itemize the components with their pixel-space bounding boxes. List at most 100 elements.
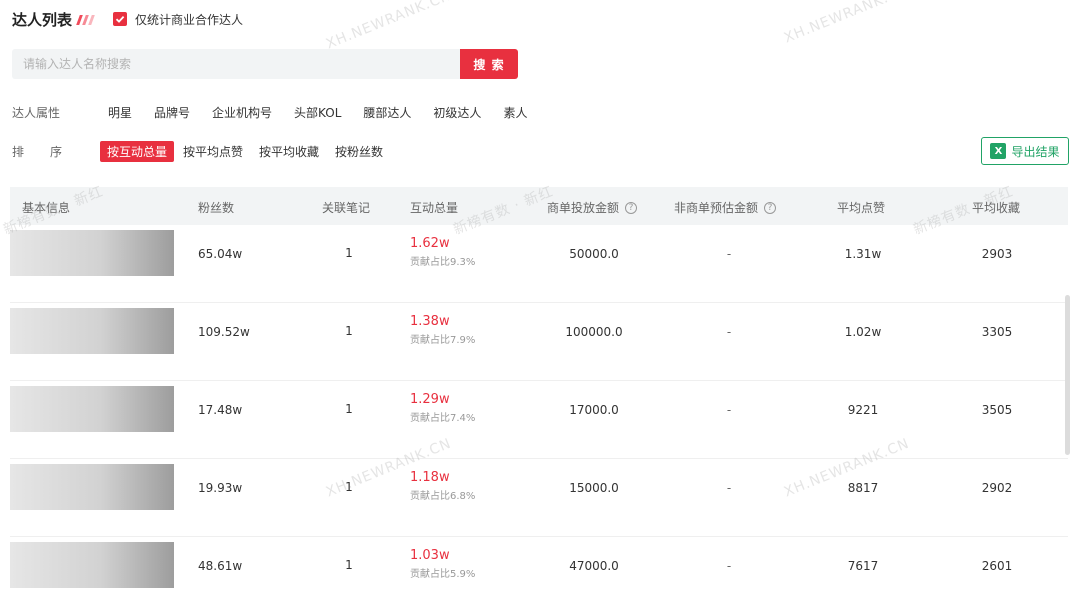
export-label: 导出结果 <box>1011 144 1060 159</box>
vertical-scrollbar[interactable] <box>1065 295 1070 455</box>
notes-cell: 1 <box>345 480 353 494</box>
search-button[interactable]: 搜 索 <box>460 49 518 79</box>
notes-cell: 1 <box>345 402 353 416</box>
sort-label-b: 序 <box>50 145 63 159</box>
watermark: XH.NEWRANK.CN <box>323 0 454 53</box>
sort-label: 排 序 <box>12 143 100 160</box>
help-icon[interactable]: ? <box>764 201 777 214</box>
attribute-option[interactable]: 头部KOL <box>294 104 341 121</box>
interaction-share: 贡献占比9.3% <box>410 257 476 268</box>
influencer-avatar[interactable] <box>10 464 174 510</box>
avg-collects-cell: 3305 <box>981 325 1013 339</box>
notes-cell: 1 <box>345 246 353 260</box>
page-title: 达人列表 <box>12 10 73 29</box>
avg-likes-cell: 1.31w <box>844 247 882 261</box>
notes-cell: 1 <box>345 324 353 338</box>
attribute-option[interactable]: 初级达人 <box>433 104 481 121</box>
commercial-amount-cell: 100000.0 <box>565 325 623 339</box>
help-icon[interactable]: ? <box>625 201 638 214</box>
interaction-value: 1.62w <box>410 236 450 251</box>
watermark: XH.NEWRANK.CN <box>781 0 912 47</box>
attribute-option[interactable]: 素人 <box>503 104 527 121</box>
sort-option[interactable]: 按粉丝数 <box>328 141 390 162</box>
fans-cell: 65.04w <box>198 247 243 261</box>
interaction-share: 贡献占比7.4% <box>410 413 476 424</box>
interaction-share: 贡献占比6.8% <box>410 491 476 502</box>
search-input[interactable] <box>12 49 460 79</box>
table-row[interactable]: 48.61w 1 1.03w 贡献占比5.9% 47000.0 - 7617 2601 <box>10 537 1068 605</box>
col-commercial-amount: 商单投放金额 ? <box>547 199 638 216</box>
interaction-cell: 1.29w 贡献占比7.4% <box>410 392 475 424</box>
sort-options: 按互动总量 按平均点赞 按平均收藏 按粉丝数 <box>100 141 392 162</box>
col-notes: 关联笔记 <box>322 201 371 215</box>
check-icon <box>115 15 125 23</box>
interaction-cell: 1.18w 贡献占比6.8% <box>410 470 475 502</box>
fans-cell: 17.48w <box>198 403 243 417</box>
commercial-amount-cell: 17000.0 <box>569 403 619 417</box>
influencer-avatar[interactable] <box>10 386 174 432</box>
interaction-share: 贡献占比7.9% <box>410 335 476 346</box>
avg-likes-cell: 1.02w <box>844 325 882 339</box>
interaction-value: 1.18w <box>410 470 450 485</box>
fans-cell: 19.93w <box>198 481 243 495</box>
table-body: 65.04w 1 1.62w 贡献占比9.3% 50000.0 - 1.31w 2903 109… <box>10 225 1068 605</box>
attribute-filter-label: 达人属性 <box>12 106 61 120</box>
commercial-amount-cell: 15000.0 <box>569 481 619 495</box>
attribute-option[interactable]: 明星 <box>108 104 132 121</box>
non-commercial-amount-cell: - <box>726 247 732 261</box>
commercial-amount-cell: 47000.0 <box>569 559 619 573</box>
col-avg-likes[interactable]: 平均点赞 <box>837 199 885 216</box>
avg-collects-cell: 3505 <box>981 403 1013 417</box>
attribute-filter: 达人属性 明星 品牌号 企业机构号 头部KOL 腰部达人 初级达人 素人 <box>12 104 549 121</box>
table-row[interactable]: 17.48w 1 1.29w 贡献占比7.4% 17000.0 - 9221 3505 <box>10 381 1068 459</box>
table-row[interactable]: 109.52w 1 1.38w 贡献占比7.9% 100000.0 - 1.02w 3305 <box>10 303 1068 381</box>
interaction-value: 1.38w <box>410 314 450 329</box>
avg-likes-cell: 7617 <box>847 559 879 573</box>
page-header: 达人列表 仅统计商业合作达人 <box>12 8 243 30</box>
interaction-share: 贡献占比5.9% <box>410 569 476 580</box>
non-commercial-amount-cell: - <box>726 481 732 495</box>
influencer-avatar[interactable] <box>10 230 174 276</box>
sort-option[interactable]: 按互动总量 <box>100 141 175 162</box>
excel-icon: X <box>990 143 1007 159</box>
attribute-option[interactable]: 品牌号 <box>154 104 190 121</box>
col-basic-info: 基本信息 <box>22 201 71 215</box>
avg-collects-cell: 2601 <box>981 559 1013 573</box>
search-bar: 搜 索 <box>12 49 518 79</box>
sort-option[interactable]: 按平均点赞 <box>176 141 250 162</box>
avg-likes-cell: 8817 <box>847 481 879 495</box>
interaction-value: 1.03w <box>410 548 450 563</box>
avg-collects-cell: 2902 <box>981 481 1013 495</box>
commercial-amount-cell: 50000.0 <box>569 247 619 261</box>
col-commercial-amount-label: 商单投放金额 <box>547 201 620 215</box>
notes-cell: 1 <box>345 558 353 572</box>
table-row[interactable]: 19.93w 1 1.18w 贡献占比6.8% 15000.0 - 8817 2902 <box>10 459 1068 537</box>
influencer-avatar[interactable] <box>10 542 174 588</box>
commercial-only-label[interactable]: 仅统计商业合作达人 <box>135 11 243 28</box>
interaction-value: 1.29w <box>410 392 450 407</box>
col-avg-collects[interactable]: 平均收藏 <box>972 199 1020 216</box>
table-header: 基本信息 粉丝数 关联笔记 互动总量 商单投放金额 ? 非商单预估金额 ? 平均… <box>10 187 1068 225</box>
fans-cell: 109.52w <box>198 325 250 339</box>
interaction-cell: 1.38w 贡献占比7.9% <box>410 314 475 346</box>
non-commercial-amount-cell: - <box>726 403 732 417</box>
avg-likes-cell: 9221 <box>847 403 879 417</box>
commercial-only-checkbox[interactable] <box>113 12 128 26</box>
non-commercial-amount-cell: - <box>726 559 732 573</box>
col-fans[interactable]: 粉丝数 <box>198 199 234 216</box>
sort-filter: 排 序 按互动总量 按平均点赞 按平均收藏 按粉丝数 <box>12 141 392 162</box>
influencer-avatar[interactable] <box>10 308 174 354</box>
sort-label-a: 排 <box>12 145 25 159</box>
col-non-commercial-amount: 非商单预估金额 ? <box>674 199 777 216</box>
title-decoration-icon <box>76 13 95 25</box>
sort-option[interactable]: 按平均收藏 <box>252 141 326 162</box>
attribute-option[interactable]: 腰部达人 <box>363 104 411 121</box>
avg-collects-cell: 2903 <box>981 247 1013 261</box>
col-interaction[interactable]: 互动总量 <box>410 199 458 216</box>
attribute-options: 明星 品牌号 企业机构号 头部KOL 腰部达人 初级达人 素人 <box>108 104 549 121</box>
attribute-option[interactable]: 企业机构号 <box>212 104 272 121</box>
non-commercial-amount-cell: - <box>726 325 732 339</box>
table-row[interactable]: 65.04w 1 1.62w 贡献占比9.3% 50000.0 - 1.31w 2903 <box>10 225 1068 303</box>
interaction-cell: 1.62w 贡献占比9.3% <box>410 236 475 268</box>
export-button[interactable]: X 导出结果 <box>981 137 1069 165</box>
